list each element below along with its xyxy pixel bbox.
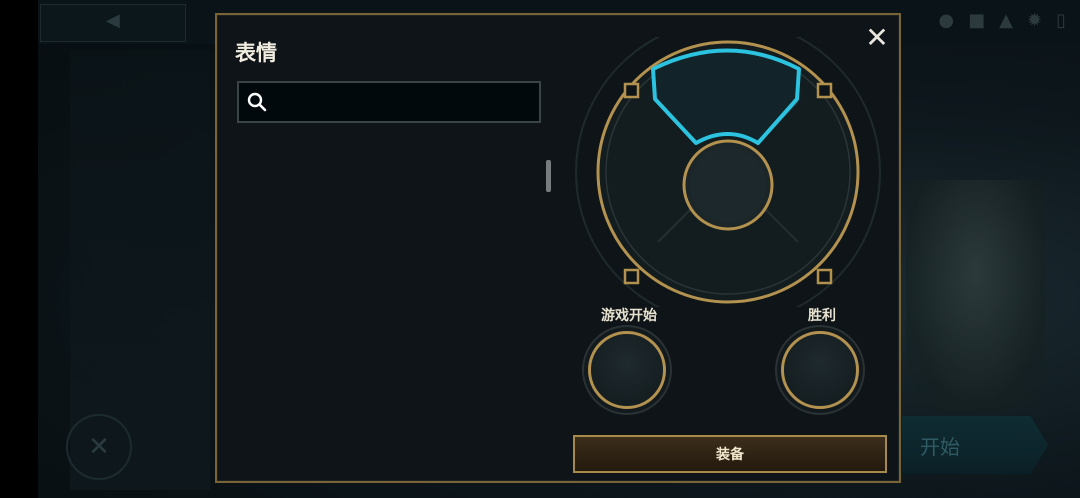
wheel-corner-bottom-right [816,268,833,285]
background-character-art [906,180,1046,410]
emote-dialog: 表情 ✕ 游戏开始 胜利 装备 [215,13,901,483]
wheel-corner-bottom-left [623,268,640,285]
search-input[interactable] [275,89,537,117]
background-start-button: 开始 [902,416,1048,474]
search-box[interactable] [237,81,541,123]
scrollbar[interactable] [546,160,551,192]
slot-victory[interactable] [781,331,859,409]
slot-label-victory: 胜利 [808,308,836,324]
back-arrow-icon: ◀ [106,10,120,31]
search-icon [247,92,267,112]
page-title: 表情 [235,41,277,65]
notification-bell-icon: ▲ [999,10,1013,31]
close-icon: ✕ [66,414,132,480]
wheel-corner-top-left [623,82,640,99]
store-icon: ■ [968,10,986,31]
emote-wheel [575,37,881,307]
wheel-corner-top-right [816,82,833,99]
profile-icon: ● [938,10,955,31]
background-top-icons: ● ■ ▲ ✹ ▯ [938,10,1066,31]
equip-button[interactable]: 装备 [573,435,887,473]
settings-gear-icon: ✹ [1027,10,1043,31]
battery-icon: ▯ [1056,10,1066,31]
slot-label-game-start: 游戏开始 [601,308,657,324]
slot-game-start[interactable] [588,331,666,409]
